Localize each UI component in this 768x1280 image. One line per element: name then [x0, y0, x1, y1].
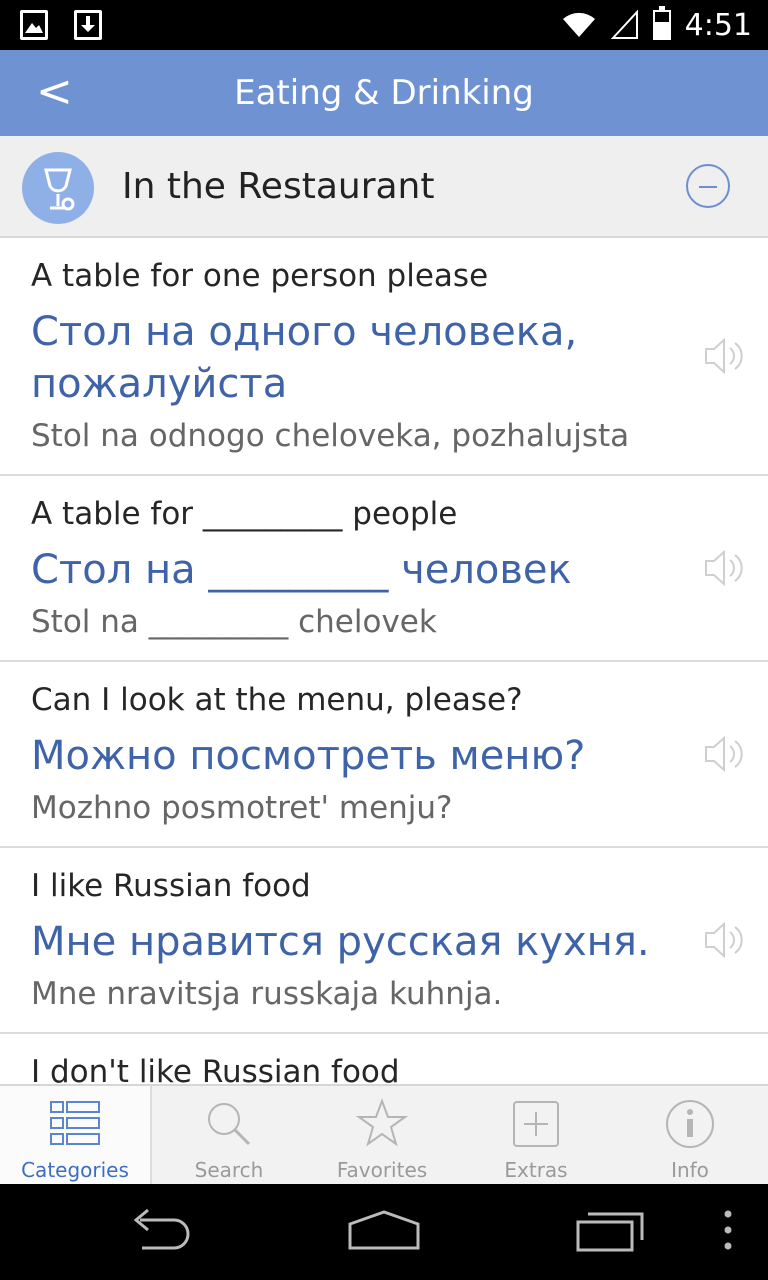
- tab-favorites[interactable]: Favorites: [306, 1086, 458, 1186]
- image-notification-icon: [20, 10, 48, 40]
- bottom-tab-bar: Categories Search Favorites Extras Info: [0, 1084, 768, 1186]
- status-bar: 4:51: [0, 0, 768, 50]
- list-icon: [50, 1101, 100, 1145]
- signal-icon: [610, 10, 638, 39]
- tab-categories[interactable]: Categories: [0, 1086, 152, 1186]
- transliteration: Mozhno posmotret' menju?: [31, 790, 453, 826]
- russian-phrase: Мне нравится русская кухня.: [31, 919, 650, 965]
- list-item[interactable]: A table for _________ people Стол на ___…: [0, 476, 768, 662]
- star-icon: [356, 1098, 408, 1147]
- russian-phrase: Стол на одного человека, пожалуйста: [31, 309, 578, 407]
- russian-phrase: Можно посмотреть меню?: [31, 733, 586, 779]
- system-indicators: 4:51: [561, 4, 752, 46]
- english-phrase: Can I look at the menu, please?: [31, 682, 523, 718]
- english-phrase: I don't like Russian food: [31, 1054, 400, 1084]
- english-phrase: A table for _________ people: [31, 496, 458, 532]
- back-nav-icon[interactable]: [122, 1206, 196, 1256]
- transliteration: Stol na odnogo cheloveka, pozhalujsta: [31, 418, 630, 454]
- english-phrase: I like Russian food: [31, 868, 311, 904]
- list-item[interactable]: I don't like Russian food: [0, 1034, 768, 1084]
- wine-glass-icon: [22, 152, 94, 224]
- section-title: In the Restaurant: [122, 166, 435, 207]
- speaker-icon[interactable]: [702, 918, 746, 962]
- info-icon: [666, 1100, 714, 1148]
- english-phrase: A table for one person please: [31, 258, 489, 294]
- transliteration: Stol na _________ chelovek: [31, 604, 437, 640]
- system-nav-bar: [0, 1184, 768, 1280]
- speaker-icon[interactable]: [702, 334, 746, 378]
- clock: 4:51: [684, 7, 752, 43]
- list-item[interactable]: Can I look at the menu, please? Можно по…: [0, 662, 768, 848]
- tab-extras[interactable]: Extras: [460, 1086, 612, 1186]
- app-header: < Eating & Drinking: [0, 50, 768, 136]
- recents-nav-icon[interactable]: [572, 1206, 648, 1256]
- section-header[interactable]: In the Restaurant: [0, 136, 768, 238]
- battery-icon: [652, 6, 671, 40]
- notification-icons: [20, 10, 102, 40]
- list-item[interactable]: I like Russian food Мне нравится русская…: [0, 848, 768, 1034]
- tab-label: Search: [194, 1158, 264, 1182]
- speaker-icon[interactable]: [702, 732, 746, 776]
- transliteration: Mne nravitsja russkaja kuhnja.: [31, 976, 503, 1012]
- russian-phrase: Стол на _________ человек: [31, 547, 572, 593]
- wifi-icon: [562, 12, 595, 37]
- tab-search[interactable]: Search: [153, 1086, 305, 1186]
- tab-label: Info: [671, 1158, 709, 1182]
- menu-overflow-icon[interactable]: [722, 1206, 734, 1256]
- plus-box-icon: [513, 1101, 559, 1147]
- tab-label: Favorites: [336, 1158, 428, 1182]
- tab-label: Categories: [21, 1158, 129, 1182]
- search-icon: [208, 1103, 251, 1146]
- speaker-icon[interactable]: [702, 546, 746, 590]
- home-nav-icon[interactable]: [344, 1206, 424, 1256]
- tab-label: Extras: [504, 1158, 568, 1182]
- phrase-list[interactable]: A table for one person please Стол на од…: [0, 238, 768, 1084]
- list-item[interactable]: A table for one person please Стол на од…: [0, 238, 768, 476]
- tab-info[interactable]: Info: [614, 1086, 766, 1186]
- download-notification-icon: [74, 10, 102, 40]
- collapse-icon[interactable]: [686, 164, 730, 208]
- page-title: Eating & Drinking: [234, 73, 534, 113]
